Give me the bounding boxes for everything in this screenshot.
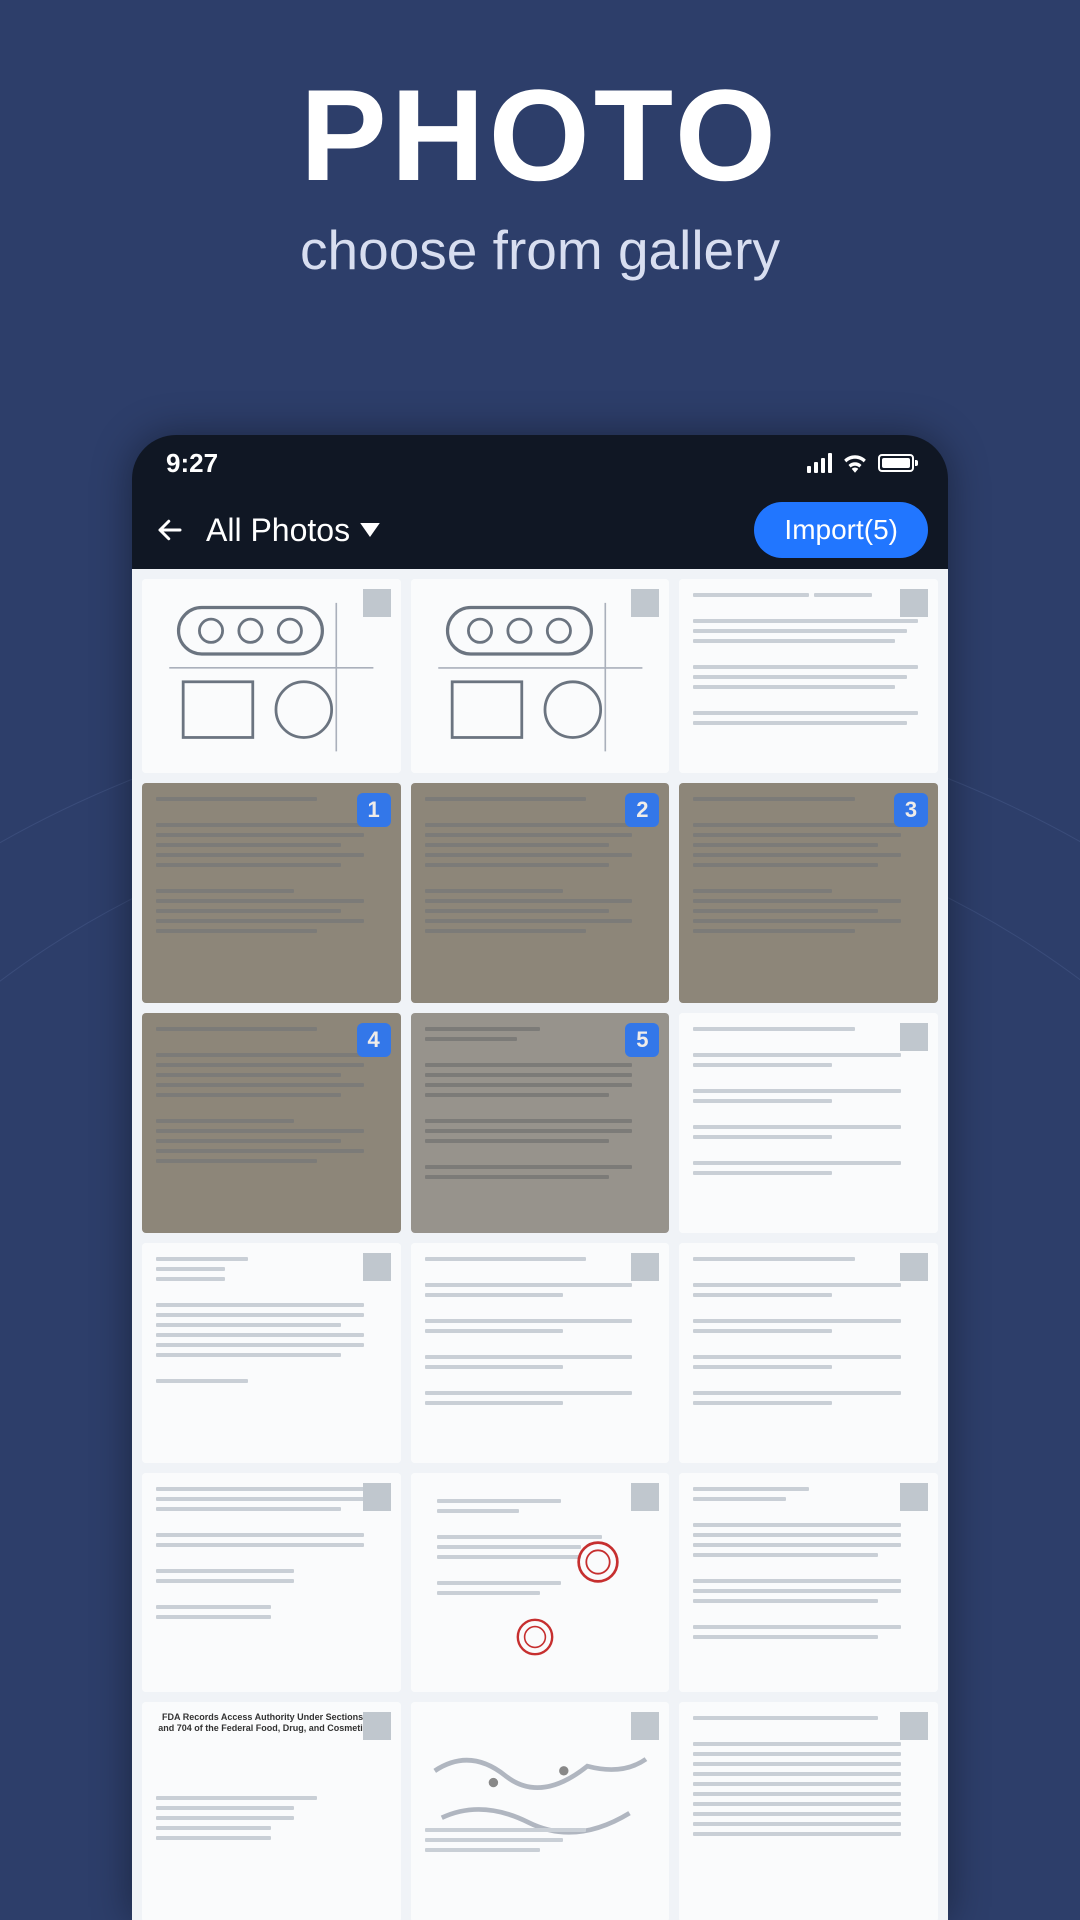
wifi-icon xyxy=(842,453,868,473)
selection-checkbox[interactable] xyxy=(363,589,391,617)
photo-thumbnail[interactable]: 3 xyxy=(679,783,938,1003)
photo-thumbnail[interactable] xyxy=(679,1243,938,1463)
status-bar: 9:27 xyxy=(132,435,948,491)
photo-thumbnail[interactable]: FDA Records Access Authority Under Secti… xyxy=(142,1702,401,1920)
photo-thumbnail[interactable] xyxy=(142,1243,401,1463)
status-icons xyxy=(807,453,914,473)
nav-bar: All Photos Import(5) xyxy=(132,491,948,569)
photo-thumbnail[interactable] xyxy=(679,1702,938,1920)
selection-checkbox[interactable] xyxy=(363,1483,391,1511)
photo-thumbnail[interactable] xyxy=(411,1702,670,1920)
photo-grid: 1 2 3 4 5 FDA Records Access Authority Under … xyxy=(142,579,938,1920)
photo-thumbnail[interactable]: 2 xyxy=(411,783,670,1003)
photo-thumbnail[interactable] xyxy=(679,1473,938,1693)
signal-icon xyxy=(807,453,832,473)
selection-checkbox[interactable] xyxy=(363,1712,391,1740)
selection-badge: 5 xyxy=(625,1023,659,1057)
arrow-left-icon xyxy=(155,515,185,545)
photo-grid-container: 1 2 3 4 5 FDA Records Access Authority Under … xyxy=(132,569,948,1920)
photo-thumbnail[interactable] xyxy=(142,579,401,773)
photo-thumbnail[interactable]: 4 xyxy=(142,1013,401,1233)
photo-thumbnail[interactable] xyxy=(411,579,670,773)
selection-checkbox[interactable] xyxy=(900,1253,928,1281)
photo-thumbnail[interactable]: 5 xyxy=(411,1013,670,1233)
selection-badge: 2 xyxy=(625,793,659,827)
chevron-down-icon xyxy=(360,523,380,537)
battery-icon xyxy=(878,454,914,472)
photo-thumbnail[interactable] xyxy=(142,1473,401,1693)
photo-thumbnail[interactable]: 1 xyxy=(142,783,401,1003)
back-button[interactable] xyxy=(152,512,188,548)
phone-frame: 9:27 All Photos Import(5) xyxy=(132,435,948,1920)
photo-thumbnail[interactable] xyxy=(411,1243,670,1463)
selection-checkbox[interactable] xyxy=(900,1023,928,1051)
album-dropdown[interactable]: All Photos xyxy=(206,512,380,549)
hero-title: PHOTO xyxy=(0,70,1080,200)
status-time: 9:27 xyxy=(166,448,218,479)
selection-checkbox[interactable] xyxy=(631,1712,659,1740)
selection-checkbox[interactable] xyxy=(631,1253,659,1281)
album-label: All Photos xyxy=(206,512,350,549)
selection-badge: 3 xyxy=(894,793,928,827)
selection-checkbox[interactable] xyxy=(900,1712,928,1740)
selection-checkbox[interactable] xyxy=(631,589,659,617)
import-button[interactable]: Import(5) xyxy=(754,502,928,558)
selection-badge: 1 xyxy=(357,793,391,827)
selection-checkbox[interactable] xyxy=(363,1253,391,1281)
hero-subtitle: choose from gallery xyxy=(0,218,1080,282)
photo-thumbnail[interactable] xyxy=(679,579,938,773)
selection-checkbox[interactable] xyxy=(900,1483,928,1511)
photo-thumbnail[interactable] xyxy=(411,1473,670,1693)
selection-badge: 4 xyxy=(357,1023,391,1057)
selection-checkbox[interactable] xyxy=(900,589,928,617)
photo-thumbnail[interactable] xyxy=(679,1013,938,1233)
selection-checkbox[interactable] xyxy=(631,1483,659,1511)
